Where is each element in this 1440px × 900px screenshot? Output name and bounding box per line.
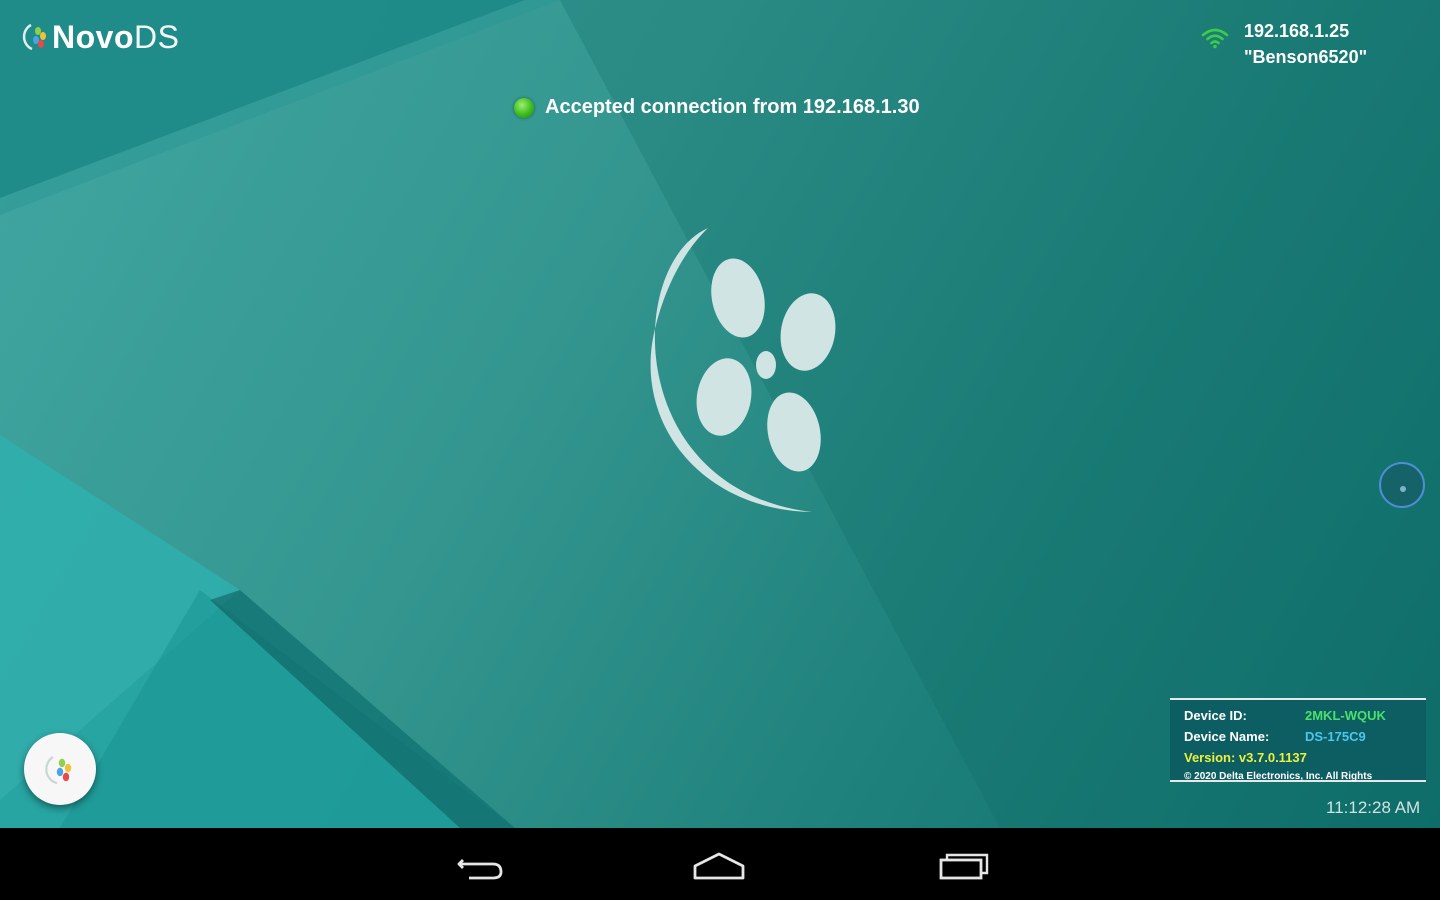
- app-name: NovoDS: [52, 19, 180, 55]
- device-id-label: Device ID:: [1184, 708, 1247, 723]
- device-info-panel: Device ID: 2MKL-WQUK Device Name: DS-175…: [1170, 698, 1426, 782]
- status-indicator-icon: [514, 97, 534, 118]
- recents-icon[interactable]: [936, 844, 992, 884]
- status-message: Accepted connection from 192.168.1.30: [545, 96, 920, 118]
- home-screen: NovoDS 192.168.1.25 "Benson6520" Accepte…: [0, 0, 1440, 828]
- back-icon[interactable]: [449, 844, 505, 884]
- novods-logo-icon: [22, 23, 46, 51]
- novods-emblem-icon: [650, 228, 836, 512]
- network-info: 192.168.1.25 "Benson6520": [1200, 18, 1367, 70]
- wifi-icon: [1201, 28, 1229, 49]
- floating-assist-button[interactable]: [1379, 462, 1425, 508]
- clock: 11:12:28 AM: [1326, 798, 1421, 817]
- launcher-button[interactable]: [24, 733, 96, 805]
- home-icon[interactable]: [691, 844, 747, 884]
- ip-address: 192.168.1.25: [1244, 21, 1350, 41]
- version-label: Version:: [1184, 750, 1236, 765]
- connection-status: Accepted connection from 192.168.1.30: [514, 96, 920, 119]
- dot-icon: [1400, 486, 1406, 492]
- novods-logo: NovoDS: [22, 20, 179, 54]
- navigation-bar: [0, 828, 1440, 900]
- device-id-value: 2MKL-WQUK: [1305, 708, 1386, 723]
- version-value: v3.7.0.1137: [1238, 750, 1307, 765]
- launcher-icon: [45, 756, 72, 785]
- copyright-text: © 2020 Delta Electronics, Inc. All Right…: [1184, 771, 1373, 782]
- device-name-value: DS-175C9: [1305, 729, 1366, 744]
- network-ssid: "Benson6520": [1244, 47, 1368, 67]
- device-name-label: Device Name:: [1184, 729, 1270, 744]
